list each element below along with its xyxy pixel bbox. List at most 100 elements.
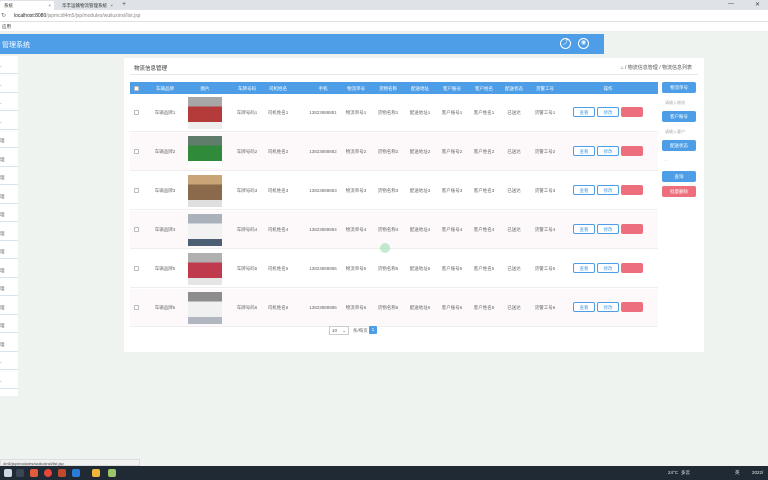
app-icon[interactable] <box>108 469 116 477</box>
sidebar-item-label[interactable]: - <box>0 120 2 125</box>
edit-button[interactable]: 修改 <box>597 107 619 117</box>
delete-button[interactable]: 删除 <box>621 224 643 234</box>
row-checkbox[interactable] <box>134 266 139 271</box>
select-all-checkbox[interactable] <box>134 85 139 91</box>
truck-photo <box>188 97 222 129</box>
table-row: 车辆品牌3 车牌号码3 司机姓名3 13823888883 物流单号3 货物名称3 配送地址… <box>130 172 658 210</box>
view-button[interactable]: 查看 <box>573 224 595 234</box>
windows-start-icon[interactable] <box>4 469 12 477</box>
ime-indicator[interactable]: 英 <box>735 470 740 476</box>
close-tab-icon[interactable]: × <box>48 3 51 8</box>
cell-plate: 车牌号码4 <box>236 227 258 232</box>
address-bar: ↻ localhost:8080/jspmcdl4m5/jsp/modules/… <box>0 10 768 22</box>
sidebar-item-label[interactable]: 理 <box>0 138 5 144</box>
file-explorer-icon[interactable] <box>92 469 100 477</box>
delete-button[interactable]: 删除 <box>621 146 643 156</box>
close-window-icon[interactable]: ✕ <box>755 1 760 8</box>
view-button[interactable]: 查看 <box>573 302 595 312</box>
cell-status: 已送达 <box>507 149 521 154</box>
sidebar-item-label[interactable]: - <box>0 360 2 365</box>
sidebar-divider <box>0 221 18 222</box>
column-header: 手机 <box>318 85 328 91</box>
edit-button[interactable]: 修改 <box>597 185 619 195</box>
sidebar-item-label[interactable]: 理 <box>0 342 5 348</box>
bookmark-item[interactable]: 应用 <box>2 24 11 29</box>
column-header: 司机姓名 <box>269 85 287 91</box>
sidebar-item-label[interactable]: 理 <box>0 175 5 181</box>
column-header: 图片 <box>200 85 210 91</box>
delete-button[interactable]: 删除 <box>621 302 643 312</box>
order-number-input[interactable]: 请输入物流 <box>662 98 696 107</box>
browser-tab-active[interactable]: 系统 × <box>0 1 54 10</box>
sidebar-item-label[interactable]: - <box>0 379 2 384</box>
delete-button[interactable]: 删除 <box>621 107 643 117</box>
row-checkbox[interactable] <box>134 149 139 154</box>
breadcrumb-item[interactable]: 物流信息管理 <box>628 65 658 71</box>
sidebar-item-label[interactable]: 理 <box>0 286 5 292</box>
edit-button[interactable]: 修改 <box>597 302 619 312</box>
row-checkbox[interactable] <box>134 188 139 193</box>
sidebar-divider <box>0 147 18 148</box>
app-icon[interactable] <box>72 469 80 477</box>
edit-button[interactable]: 修改 <box>597 146 619 156</box>
back-icon[interactable]: ↻ <box>1 12 6 19</box>
close-tab-icon[interactable]: × <box>110 3 113 8</box>
share-icon[interactable]: ⤴ <box>560 38 571 49</box>
row-checkbox[interactable] <box>134 305 139 310</box>
browser-tab[interactable]: 华丰运输物流管理系统 × <box>58 1 116 10</box>
sidebar-item-label[interactable]: 理 <box>0 157 5 163</box>
customer-name-input[interactable]: 请输入客户 <box>662 127 696 136</box>
sidebar-item-label[interactable]: 理 <box>0 231 5 237</box>
search-icon[interactable] <box>16 469 24 477</box>
delivery-status-label-button[interactable]: 配送状态 <box>662 140 696 151</box>
cell-customer: 客户姓名4 <box>473 227 495 232</box>
home-icon[interactable]: ⌂ <box>621 65 624 71</box>
view-button[interactable]: 查看 <box>573 146 595 156</box>
sidebar-item-label[interactable]: - <box>0 83 2 88</box>
taskbar: 24°C 多云 英 2022/ <box>0 466 768 480</box>
view-button[interactable]: 查看 <box>573 263 595 273</box>
delete-button[interactable]: 删除 <box>621 185 643 195</box>
sidebar-item-label[interactable]: - <box>0 64 2 69</box>
edit-button[interactable]: 修改 <box>597 263 619 273</box>
sidebar-item-label[interactable]: 理 <box>0 212 5 218</box>
view-button[interactable]: 查看 <box>573 107 595 117</box>
column-header: 车牌号码 <box>238 85 256 91</box>
query-button[interactable]: 查询 <box>662 171 696 182</box>
edit-button[interactable]: 修改 <box>597 224 619 234</box>
url-field[interactable]: localhost:8080/jspmcdl4m5/jsp/modules/wu… <box>14 13 140 19</box>
sidebar-item-label[interactable]: 理 <box>0 268 5 274</box>
cell-customer: 客户姓名2 <box>473 149 495 154</box>
app-icon[interactable] <box>30 469 38 477</box>
sidebar-item-label[interactable]: 理 <box>0 305 5 311</box>
sidebar-divider <box>0 387 18 389</box>
truck-photo <box>188 136 222 168</box>
delete-button[interactable]: 删除 <box>621 263 643 273</box>
chrome-icon[interactable] <box>44 469 52 477</box>
row-checkbox[interactable] <box>134 110 139 115</box>
delivery-status-select[interactable]: - <box>662 155 696 164</box>
view-button[interactable]: 查看 <box>573 185 595 195</box>
batch-delete-button[interactable]: 批量删除 <box>662 186 696 197</box>
app-icon[interactable] <box>58 469 66 477</box>
cell-phone: 13823888882 <box>309 149 337 154</box>
divider <box>130 74 698 75</box>
sidebar-item-label[interactable]: 理 <box>0 249 5 255</box>
order-number-label-button[interactable]: 物流单号 <box>662 82 696 93</box>
row-checkbox[interactable] <box>134 227 139 232</box>
sidebar-item-label[interactable]: 理 <box>0 194 5 200</box>
column-header: 客户姓名 <box>475 85 493 91</box>
new-tab-button[interactable]: + <box>122 1 126 8</box>
customer-account-label-button[interactable]: 客户账号 <box>662 111 696 122</box>
bookmarks-bar: 应用 <box>0 22 768 32</box>
user-icon[interactable]: ◉ <box>578 38 589 49</box>
sidebar-item-label[interactable]: - <box>0 101 2 106</box>
cell-status: 已送达 <box>507 227 521 232</box>
minimize-icon[interactable]: — <box>728 1 734 7</box>
page-size-select[interactable]: 10 ⌄ <box>329 326 349 335</box>
cell-phone: 13823888885 <box>309 266 337 271</box>
sidebar-item-label[interactable]: 理 <box>0 323 5 329</box>
cell-account: 客户账号6 <box>441 305 463 310</box>
page-number-button[interactable]: 1 <box>369 326 377 334</box>
cell-brand: 车辆品牌6 <box>154 305 176 310</box>
